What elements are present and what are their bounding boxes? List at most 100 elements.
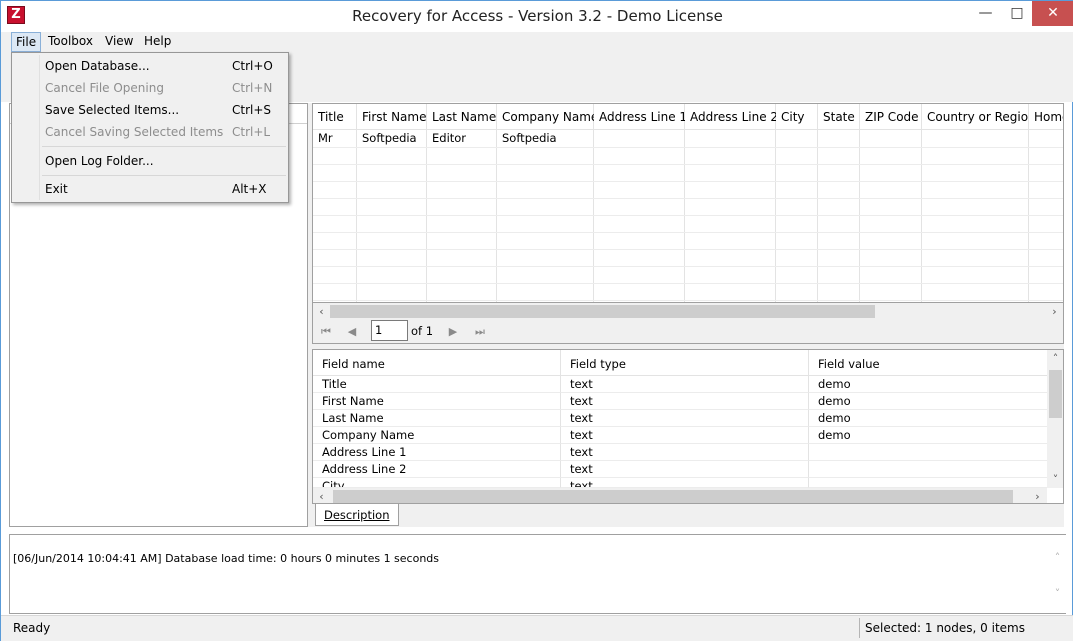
row-gridline (313, 249, 1063, 250)
title-bar[interactable]: Z Recovery for Access - Version 3.2 - De… (1, 1, 1073, 32)
grid-cell[interactable] (594, 130, 685, 147)
details-cell[interactable]: demo (809, 427, 1047, 444)
column-header[interactable]: Address Line 1 (594, 104, 685, 130)
details-cell[interactable]: demo (809, 393, 1047, 410)
scrollbar-thumb[interactable] (330, 305, 875, 318)
details-cell[interactable]: text (561, 393, 809, 410)
column-header[interactable]: Address Line 2 (685, 104, 776, 130)
details-tab-strip: Description (312, 504, 1064, 527)
menu-separator (42, 146, 286, 147)
tab-description[interactable]: Description (315, 504, 399, 526)
details-cell[interactable] (809, 444, 1047, 461)
menu-view[interactable]: View (101, 32, 137, 52)
grid-cell[interactable] (818, 130, 860, 147)
details-cell[interactable]: Address Line 1 (313, 444, 561, 461)
details-header-field-name[interactable]: Field name (313, 350, 561, 376)
previous-page-icon[interactable]: ◀ (342, 323, 362, 341)
scroll-right-icon[interactable]: › (1029, 488, 1046, 503)
details-header-field-type[interactable]: Field type (561, 350, 809, 376)
application-window: Z Recovery for Access - Version 3.2 - De… (0, 0, 1073, 641)
scroll-left-icon[interactable]: ‹ (313, 303, 330, 320)
next-page-icon[interactable]: ▶ (443, 323, 463, 341)
menu-item-open-log-folder[interactable]: Open Log Folder... (14, 150, 286, 172)
menu-toolbox[interactable]: Toolbox (44, 32, 97, 52)
last-page-icon[interactable]: ⏭ (470, 323, 490, 341)
grid-cell[interactable] (776, 130, 818, 147)
details-cell[interactable]: text (561, 444, 809, 461)
row-gridline (313, 300, 1063, 301)
records-grid[interactable]: Title Mr First Name Softpedia Last Name … (312, 103, 1064, 303)
minimize-button[interactable]: — (969, 1, 1002, 26)
details-cell[interactable]: text (561, 410, 809, 427)
column-header[interactable]: Country or Region (922, 104, 1029, 130)
grid-cell[interactable]: Mr (313, 130, 357, 147)
details-horizontal-scrollbar[interactable]: ‹ › (313, 488, 1047, 503)
details-cell[interactable]: text (561, 478, 809, 488)
menu-item-shortcut: Ctrl+N (232, 81, 273, 95)
row-gridline (313, 164, 1063, 165)
column-header[interactable]: Title (313, 104, 357, 130)
log-panel[interactable]: [06/Jun/2014 10:04:41 AM] Database load … (9, 534, 1066, 614)
details-cell[interactable]: First Name (313, 393, 561, 410)
column-header[interactable]: Company Name (497, 104, 594, 130)
column-header[interactable]: State (818, 104, 860, 130)
menu-item-shortcut: Ctrl+S (232, 103, 272, 117)
details-cell[interactable]: text (561, 376, 809, 393)
details-cell[interactable]: Last Name (313, 410, 561, 427)
details-cell[interactable]: Company Name (313, 427, 561, 444)
details-cell[interactable] (809, 461, 1047, 478)
row-gridline (313, 215, 1063, 216)
menu-item-open-database[interactable]: Open Database... Ctrl+O (14, 55, 286, 77)
scrollbar-thumb[interactable] (1049, 370, 1062, 418)
menu-item-cancel-saving-selected-items: Cancel Saving Selected Items Ctrl+L (14, 121, 286, 143)
details-header-field-value[interactable]: Field value (809, 350, 1047, 376)
grid-cell[interactable] (1029, 130, 1063, 147)
scroll-down-icon[interactable]: ˅ (1049, 585, 1066, 602)
scroll-down-icon[interactable]: ˅ (1047, 471, 1063, 488)
menu-item-save-selected-items[interactable]: Save Selected Items... Ctrl+S (14, 99, 286, 121)
field-details-grid[interactable]: Field name Field type Field value Title … (312, 349, 1064, 504)
column-header[interactable]: Home (1029, 104, 1063, 130)
details-vertical-scrollbar[interactable]: ˄ ˅ (1047, 350, 1063, 488)
column-header[interactable]: Last Name (427, 104, 497, 130)
grid-cell[interactable]: Softpedia (357, 130, 427, 147)
file-dropdown-menu: Open Database... Ctrl+O Cancel File Open… (11, 52, 289, 203)
log-entry: [06/Jun/2014 10:04:41 AM] Database load … (13, 552, 440, 565)
grid-cell[interactable]: Softpedia (497, 130, 594, 147)
menu-file[interactable]: File (11, 32, 42, 52)
details-cell[interactable]: demo (809, 376, 1047, 393)
menu-item-label: Open Log Folder... (45, 154, 154, 168)
grid-cell[interactable]: Editor (427, 130, 497, 147)
scrollbar-thumb[interactable] (333, 490, 1013, 503)
details-cell[interactable]: text (561, 427, 809, 444)
grid-cell[interactable] (922, 130, 1029, 147)
log-vertical-scrollbar[interactable]: ˄ ˅ (1049, 535, 1066, 613)
column-header[interactable]: City (776, 104, 818, 130)
details-cell[interactable]: text (561, 461, 809, 478)
menu-item-label: Open Database... (45, 59, 150, 73)
grid-cell[interactable] (685, 130, 776, 147)
scroll-up-icon[interactable]: ˄ (1049, 549, 1066, 566)
details-cell[interactable]: Address Line 2 (313, 461, 561, 478)
menu-item-exit[interactable]: Exit Alt+X (14, 178, 286, 200)
menu-item-shortcut: Ctrl+L (232, 125, 271, 139)
first-page-icon[interactable]: ⏮ (316, 323, 336, 341)
column-header[interactable]: ZIP Code (860, 104, 922, 130)
menu-item-label: Exit (45, 182, 68, 196)
grid-horizontal-scrollbar[interactable]: ‹ › (312, 303, 1064, 320)
scroll-right-icon[interactable]: › (1046, 303, 1063, 320)
maximize-button[interactable]: □ (1002, 1, 1032, 26)
scroll-up-icon[interactable]: ˄ (1047, 350, 1063, 367)
status-selection-text: Selected: 1 nodes, 0 items (865, 621, 1025, 635)
grid-cell[interactable] (860, 130, 922, 147)
close-button[interactable]: ✕ (1032, 1, 1073, 26)
details-cell[interactable]: demo (809, 410, 1047, 427)
details-cell[interactable]: Title (313, 376, 561, 393)
menu-item-label: Cancel Saving Selected Items (45, 125, 224, 139)
column-header[interactable]: First Name (357, 104, 427, 130)
details-cell[interactable]: City (313, 478, 561, 488)
details-cell[interactable] (809, 478, 1047, 488)
page-number-input[interactable]: 1 (371, 320, 408, 341)
scroll-left-icon[interactable]: ‹ (313, 488, 330, 503)
menu-help[interactable]: Help (140, 32, 175, 52)
